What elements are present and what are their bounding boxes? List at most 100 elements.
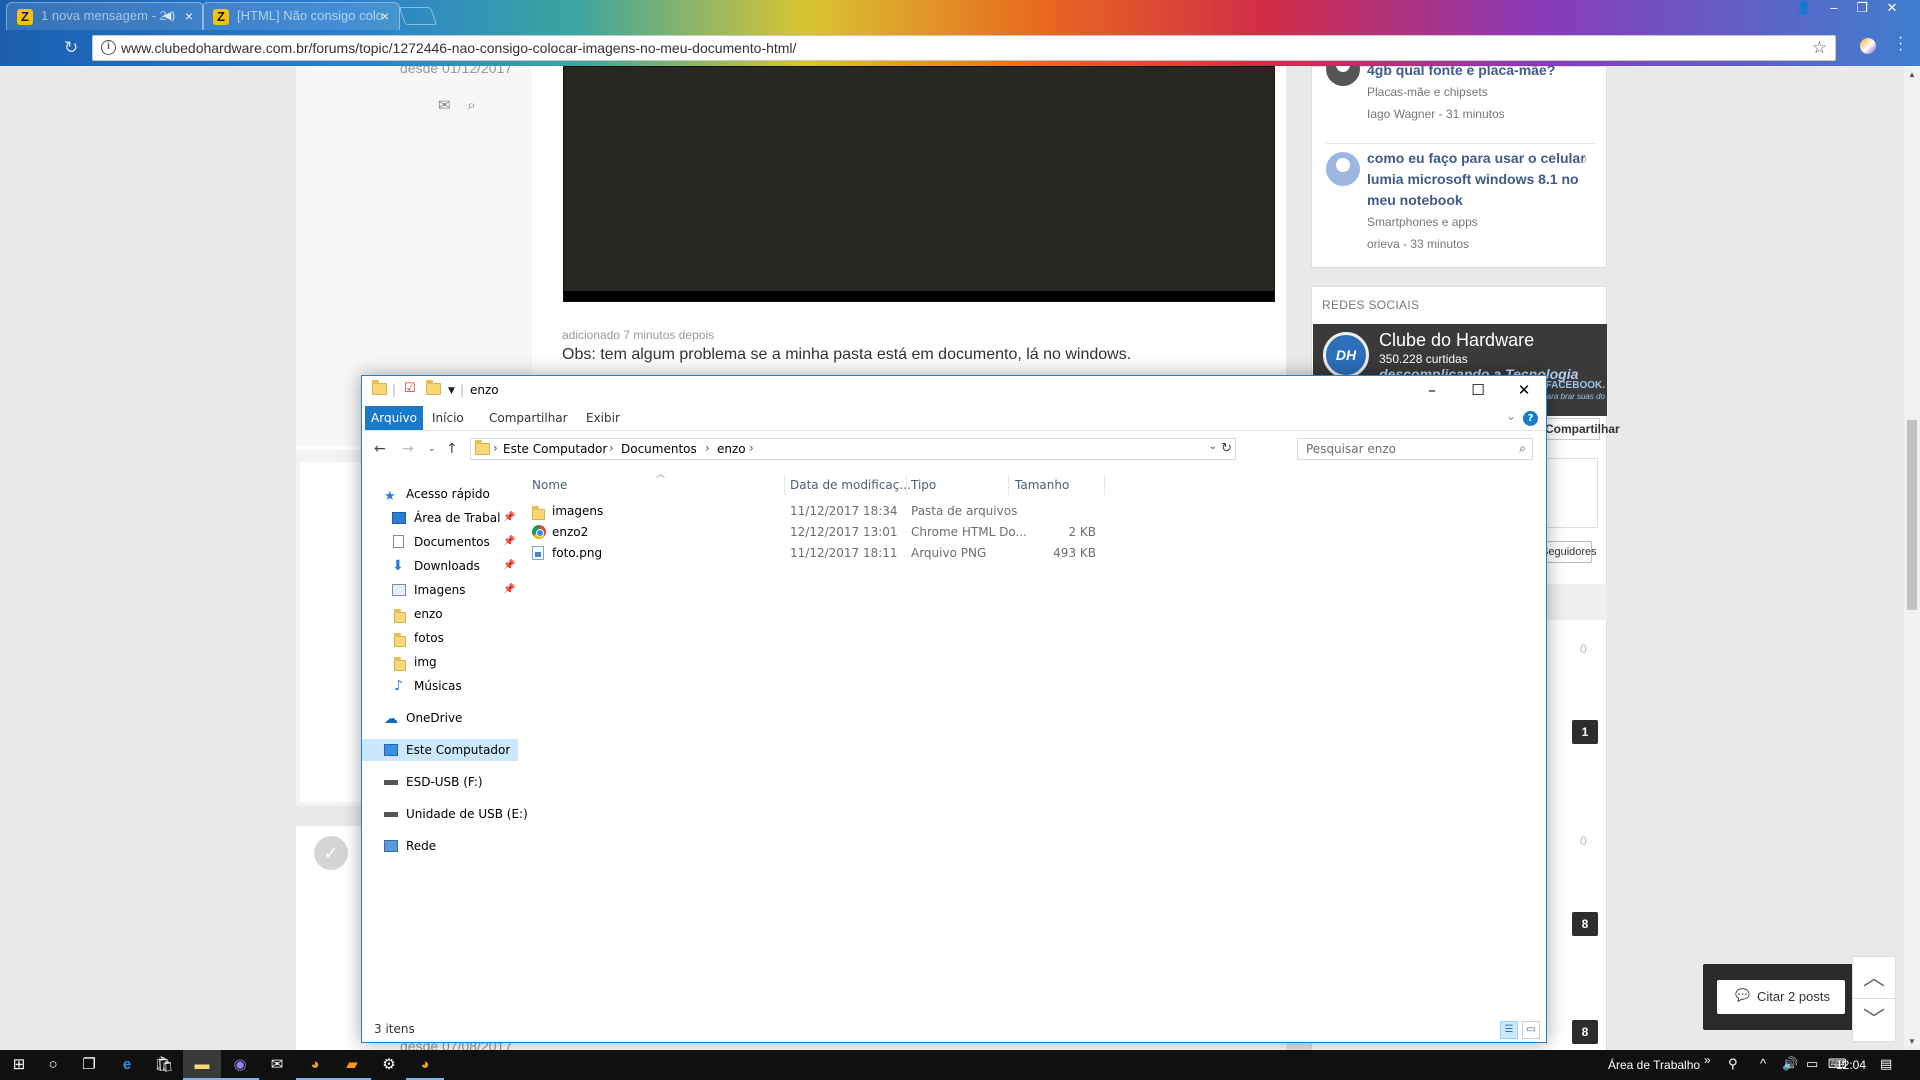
- tab-arquivo[interactable]: Arquivo: [365, 406, 423, 430]
- tab-inicio[interactable]: Início: [424, 406, 472, 430]
- minimize-window-button[interactable]: –: [1820, 0, 1848, 18]
- url-text[interactable]: www.clubedohardware.com.br/forums/topic/…: [121, 40, 796, 56]
- task-view-icon[interactable]: ❐: [70, 1050, 108, 1080]
- nav-quick-access[interactable]: ★ Acesso rápido: [362, 483, 518, 505]
- activity-forum[interactable]: Placas-mãe e chipsets: [1367, 85, 1587, 99]
- site-info-icon[interactable]: i: [101, 40, 116, 55]
- forward-arrow-icon[interactable]: →: [402, 441, 414, 457]
- people-icon[interactable]: ⚲: [1728, 1056, 1738, 1072]
- settings-gear-icon[interactable]: ⚙: [370, 1050, 408, 1080]
- scrollbar-thumb[interactable]: [1907, 420, 1917, 610]
- scroll-top-arrow-icon[interactable]: ︿: [1852, 956, 1896, 1000]
- cortana-search-icon[interactable]: ○: [34, 1050, 72, 1080]
- nav-item-downloads[interactable]: ⬇ Downloads 📌: [362, 555, 518, 577]
- activity-item[interactable]: 4gb qual fonte e placa-mãe? Placas-mãe e…: [1367, 66, 1587, 121]
- app-taskbar-icon[interactable]: ◉: [221, 1050, 259, 1080]
- column-header-name[interactable]: Nome: [532, 475, 567, 495]
- activity-title[interactable]: 4gb qual fonte e placa-mãe?: [1367, 66, 1587, 81]
- windows-start-icon[interactable]: ⊞: [0, 1050, 38, 1080]
- nav-item-documents[interactable]: Documentos 📌: [362, 531, 518, 553]
- close-button[interactable]: ✕: [1502, 379, 1546, 403]
- notifications-icon[interactable]: ▤: [1880, 1056, 1892, 1072]
- up-arrow-icon[interactable]: ↑: [446, 441, 458, 457]
- large-icons-view-icon[interactable]: ▭: [1522, 1021, 1540, 1039]
- activity-title[interactable]: como eu faço para usar o celular lumia m…: [1367, 148, 1587, 211]
- chevron-right-icon[interactable]: ›: [749, 441, 754, 455]
- edge-icon[interactable]: e: [108, 1050, 146, 1080]
- column-header-date[interactable]: Data de modificaç...: [790, 475, 911, 495]
- address-bar[interactable]: › Este Computador › Documentos › enzo › …: [470, 438, 1236, 460]
- file-row[interactable]: imagens 11/12/2017 18:34 Pasta de arquiv…: [526, 501, 1106, 522]
- column-divider[interactable]: [906, 475, 907, 495]
- nav-this-pc[interactable]: Este Computador: [362, 739, 518, 761]
- nav-network[interactable]: Rede: [362, 835, 518, 857]
- pin-icon[interactable]: 📌: [503, 531, 515, 553]
- scroll-bottom-arrow-icon[interactable]: ﹀: [1852, 998, 1896, 1042]
- close-tab-icon[interactable]: ×: [185, 3, 193, 29]
- speaker-icon[interactable]: ◀): [163, 3, 175, 29]
- nav-item-music[interactable]: ♪ Músicas: [362, 675, 518, 697]
- address-bar[interactable]: i www.clubedohardware.com.br/forums/topi…: [92, 35, 1836, 61]
- breadcrumb-enzo[interactable]: enzo: [717, 442, 746, 456]
- new-tab-button[interactable]: [398, 7, 438, 25]
- chrome-taskbar-icon[interactable]: ◕: [296, 1050, 334, 1080]
- nav-item-desktop[interactable]: Área de Trabalho 📌: [362, 507, 518, 529]
- browser-tab-messages[interactable]: Z 1 nova mensagem - 2 ◀) ×: [6, 2, 204, 30]
- nav-drive-usb[interactable]: Unidade de USB (E:): [362, 803, 528, 825]
- browser-menu-icon[interactable]: · · ·: [1898, 30, 1904, 58]
- details-view-icon[interactable]: ☰: [1500, 1021, 1518, 1039]
- tab-exibir[interactable]: Exibir: [578, 406, 628, 430]
- chevron-down-icon[interactable]: ⌄: [1506, 409, 1516, 423]
- nav-item-enzo[interactable]: enzo: [362, 603, 518, 625]
- page-scrollbar[interactable]: ▲ ▼: [1904, 66, 1920, 1050]
- quote-posts-button[interactable]: 💬 Citar 2 posts: [1717, 980, 1845, 1014]
- nav-item-images[interactable]: Imagens 📌: [362, 579, 518, 601]
- network-tray-icon[interactable]: ▭: [1806, 1056, 1818, 1072]
- help-icon[interactable]: ?: [1523, 411, 1538, 426]
- new-folder-icon[interactable]: [426, 380, 441, 398]
- browser-tab-html-topic[interactable]: Z [HTML] Não consigo colo ×: [202, 2, 400, 30]
- file-row[interactable]: enzo2 12/12/2017 13:01 Chrome HTML Do...…: [526, 522, 1106, 543]
- maximize-button[interactable]: ☐: [1456, 379, 1500, 403]
- address-dropdown-icon[interactable]: ⌄: [1209, 441, 1217, 452]
- column-divider[interactable]: [784, 475, 785, 495]
- code-screenshot-image[interactable]: [563, 66, 1275, 302]
- bookmark-star-icon[interactable]: ☆: [1812, 38, 1827, 58]
- recent-locations-icon[interactable]: ⌄: [428, 444, 436, 454]
- facebook-page-name[interactable]: Clube do Hardware: [1379, 330, 1534, 351]
- column-divider[interactable]: [1008, 475, 1009, 495]
- column-header-size[interactable]: Tamanho: [1015, 475, 1069, 495]
- chevron-right-icon[interactable]: ›: [493, 441, 498, 455]
- pin-icon[interactable]: 📌: [503, 555, 515, 577]
- breadcrumb-este-computador[interactable]: Este Computador: [503, 442, 607, 456]
- file-explorer-taskbar-icon[interactable]: ▬: [183, 1050, 221, 1080]
- nav-drive-esd-usb[interactable]: ESD-USB (F:): [362, 771, 518, 793]
- pin-icon[interactable]: 📌: [503, 579, 515, 601]
- clock[interactable]: 12:04: [1836, 1058, 1866, 1072]
- extension-icon[interactable]: [1860, 38, 1876, 54]
- avatar[interactable]: [1326, 152, 1360, 186]
- nav-onedrive[interactable]: ☁ OneDrive: [362, 707, 518, 729]
- search-input[interactable]: Pesquisar enzo: [1306, 442, 1396, 456]
- chevron-up-icon[interactable]: ^: [1760, 1056, 1766, 1071]
- restore-window-button[interactable]: ❐: [1848, 0, 1876, 18]
- profile-icon[interactable]: 👤: [1790, 0, 1818, 18]
- chevron-right-icon[interactable]: ›: [609, 441, 614, 455]
- back-arrow-icon[interactable]: ←: [374, 441, 386, 457]
- scroll-down-icon[interactable]: ▼: [1908, 1037, 1916, 1046]
- chevron-right-icon[interactable]: ›: [705, 441, 710, 455]
- volume-icon[interactable]: 🔊: [1782, 1056, 1798, 1072]
- quick-access-dropdown-icon[interactable]: ▼: [448, 386, 455, 396]
- properties-icon[interactable]: ☑: [404, 381, 416, 396]
- activity-item[interactable]: como eu faço para usar o celular lumia m…: [1367, 148, 1587, 251]
- store-icon[interactable]: 🛍: [145, 1050, 183, 1080]
- search-icon[interactable]: ⌕: [467, 97, 475, 114]
- nav-item-fotos[interactable]: fotos: [362, 627, 518, 649]
- reload-icon[interactable]: ↻: [64, 38, 78, 58]
- search-icon[interactable]: ⌕: [1519, 441, 1526, 456]
- activity-forum[interactable]: Smartphones e apps: [1367, 215, 1587, 229]
- scroll-up-icon[interactable]: ▲: [1908, 70, 1916, 79]
- tab-compartilhar[interactable]: Compartilhar: [481, 406, 576, 430]
- sublime-text-icon[interactable]: ▰: [333, 1050, 371, 1080]
- toolbar-overflow-icon[interactable]: »: [1704, 1053, 1711, 1067]
